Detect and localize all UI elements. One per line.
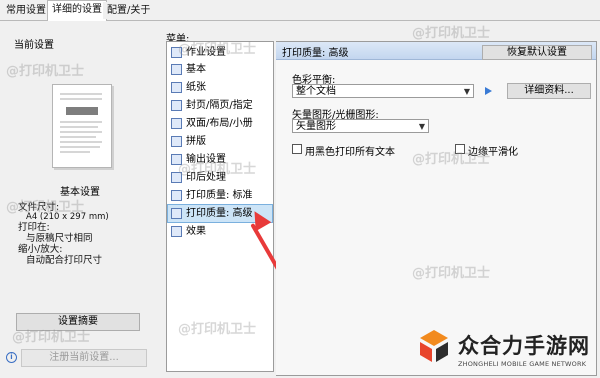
tab-common-settings[interactable]: 常用设置	[2, 2, 50, 19]
restore-defaults-button[interactable]: 恢复默认设置	[482, 45, 592, 60]
details-button[interactable]: 详细资料...	[507, 83, 591, 99]
black-text-checkbox[interactable]	[292, 144, 302, 154]
effects-icon	[171, 226, 182, 237]
watermark: @打印机卫士	[12, 330, 91, 345]
black-text-label: 用黑色打印所有文本	[305, 147, 395, 158]
color-balance-value: 整个文档	[296, 86, 336, 97]
panel-header-title: 打印质量: 高级	[282, 48, 349, 59]
chevron-down-icon: ▼	[418, 122, 425, 131]
watermark: @打印机卫士	[178, 42, 257, 57]
info-label-print-on: 打印在:	[18, 222, 50, 233]
watermark: @打印机卫士	[6, 64, 85, 79]
watermark: @打印机卫士	[412, 26, 491, 41]
menu-item-duplex[interactable]: 双面/布局/小册	[168, 115, 272, 132]
tab-detailed-settings[interactable]: 详细的设置	[47, 0, 107, 21]
menu-item-label: 打印质量: 标准	[186, 190, 253, 201]
menu-item-label: 打印质量: 高级	[186, 208, 253, 219]
info-icon: i	[6, 352, 17, 363]
quality-advanced-icon	[171, 208, 182, 219]
brand-mark-icon	[420, 330, 448, 362]
color-balance-select[interactable]: 整个文档 ▼	[292, 84, 474, 98]
cover-icon	[171, 100, 182, 111]
menu-item-label: 基本	[186, 64, 206, 75]
info-label-zoom: 缩小/放大:	[18, 244, 63, 255]
brand-logo: 众合力手游网 ZHONGHELI MOBILE GAME NETWORK	[416, 322, 598, 374]
document-preview	[52, 84, 112, 168]
play-arrow-icon	[485, 87, 492, 95]
watermark: @打印机卫士	[6, 200, 85, 215]
vector-raster-select[interactable]: 矢量图形 ▼	[292, 119, 429, 133]
menu-item-label: 纸张	[186, 82, 206, 93]
brand-subtitle: ZHONGHELI MOBILE GAME NETWORK	[458, 360, 587, 368]
menu-item-label: 效果	[186, 226, 206, 237]
menu-item-quality-standard[interactable]: 打印质量: 标准	[168, 187, 272, 204]
info-value-zoom: 自动配合打印尺寸	[26, 255, 103, 266]
watermark: @打印机卫士	[178, 322, 257, 337]
menu-item-cover[interactable]: 封页/隔页/指定	[168, 97, 272, 114]
chevron-down-icon: ▼	[463, 87, 470, 96]
quality-standard-icon	[171, 190, 182, 201]
basic-icon	[171, 64, 182, 75]
brand-name: 众合力手游网	[458, 334, 590, 358]
menu-item-paper[interactable]: 纸张	[168, 79, 272, 96]
duplex-icon	[171, 118, 182, 129]
vector-raster-value: 矢量图形	[296, 121, 336, 132]
imposition-icon	[171, 136, 182, 147]
menu-item-label: 封页/隔页/指定	[186, 100, 253, 111]
menu-item-label: 拼版	[186, 136, 206, 147]
current-settings-title: 当前设置	[14, 40, 54, 51]
paper-icon	[171, 82, 182, 93]
menu-item-imposition[interactable]: 拼版	[168, 133, 272, 150]
watermark: @打印机卫士	[178, 162, 257, 177]
watermark: @打印机卫士	[412, 266, 491, 281]
tab-config-about[interactable]: 配置/关于	[103, 2, 155, 19]
info-value-print-on: 与原稿尺寸相同	[26, 233, 93, 244]
tab-bar: 常用设置 详细的设置 配置/关于	[0, 0, 600, 21]
watermark: @打印机卫士	[412, 152, 491, 167]
register-settings-button[interactable]: 注册当前设置...	[21, 349, 147, 367]
menu-item-label: 双面/布局/小册	[186, 118, 253, 129]
menu-item-basic[interactable]: 基本	[168, 61, 272, 78]
